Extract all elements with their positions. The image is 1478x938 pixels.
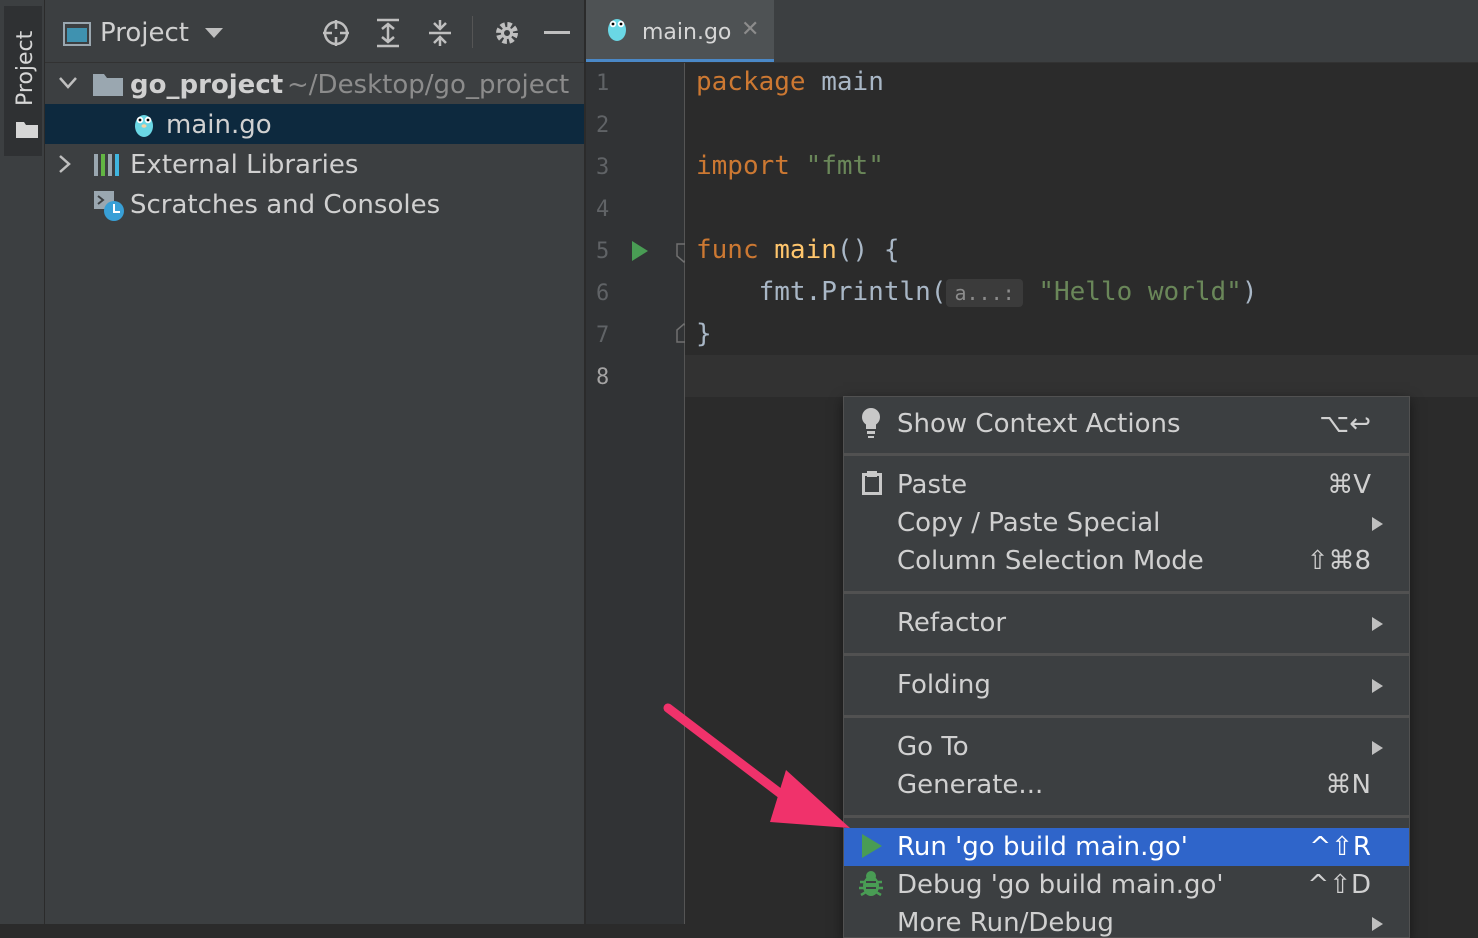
code-line-5: func main() { bbox=[696, 235, 900, 265]
tree-item-path: ~/Desktop/go_project bbox=[287, 70, 570, 100]
submenu-arrow-icon bbox=[1372, 679, 1383, 693]
tree-item-label: Scratches and Consoles bbox=[130, 190, 441, 220]
gopher-icon bbox=[608, 19, 626, 41]
line-number: 6 bbox=[596, 281, 610, 306]
menu-item-label: Go To bbox=[897, 732, 969, 762]
close-icon[interactable]: ✕ bbox=[741, 17, 759, 42]
libraries-icon bbox=[94, 154, 119, 176]
chevron-down-icon[interactable] bbox=[205, 28, 223, 40]
menu-item-shortcut: ⌥↩ bbox=[1319, 409, 1371, 439]
menu-item-generate[interactable]: Generate... ⌘N bbox=[844, 766, 1409, 804]
tool-window-stripe: Project bbox=[0, 0, 45, 924]
menu-item-shortcut: ⌘V bbox=[1327, 470, 1371, 500]
menu-separator bbox=[844, 591, 1409, 594]
project-tool-window: Project go_project ~/Desktop/go_project … bbox=[45, 0, 585, 924]
parameter-hint: a...: bbox=[946, 279, 1023, 307]
menu-item-label: Generate... bbox=[897, 770, 1044, 800]
menu-item-shortcut: ⌘N bbox=[1325, 770, 1371, 800]
submenu-arrow-icon bbox=[1372, 917, 1383, 931]
folder-icon bbox=[93, 74, 123, 96]
menu-item-label: Column Selection Mode bbox=[897, 546, 1204, 576]
gopher-icon bbox=[135, 115, 153, 137]
chevron-right-icon[interactable] bbox=[59, 155, 71, 173]
menu-item-go-to[interactable]: Go To bbox=[844, 728, 1409, 766]
toolbar-divider bbox=[472, 16, 473, 48]
bug-icon bbox=[859, 871, 883, 897]
tree-item-scratches[interactable]: Scratches and Consoles bbox=[45, 184, 584, 224]
menu-item-label: Refactor bbox=[897, 608, 1007, 638]
menu-item-label: Paste bbox=[897, 470, 968, 500]
clipboard-icon bbox=[862, 471, 882, 495]
line-number: 4 bbox=[596, 197, 610, 222]
menu-separator bbox=[844, 715, 1409, 718]
run-icon bbox=[862, 834, 882, 858]
menu-item-copy-paste-special[interactable]: Copy / Paste Special bbox=[844, 504, 1409, 542]
run-gutter-icon[interactable] bbox=[632, 241, 648, 261]
project-view-selector[interactable]: Project bbox=[100, 18, 189, 48]
line-number: 2 bbox=[596, 113, 610, 138]
code-line-6: fmt.Println(a...: "Hello world") bbox=[696, 277, 1258, 307]
tree-item-label: External Libraries bbox=[130, 150, 359, 180]
project-stripe-label: Project bbox=[13, 30, 38, 106]
menu-item-label: Run 'go build main.go' bbox=[897, 832, 1188, 862]
menu-item-show-context-actions[interactable]: Show Context Actions ⌥↩ bbox=[844, 405, 1409, 443]
code-line-3: import "fmt" bbox=[696, 151, 884, 181]
collapse-all-icon[interactable] bbox=[427, 18, 453, 48]
menu-item-refactor[interactable]: Refactor bbox=[844, 604, 1409, 642]
menu-item-run[interactable]: Run 'go build main.go' ^⇧R bbox=[844, 828, 1409, 866]
menu-separator bbox=[844, 653, 1409, 656]
tab-label: main.go bbox=[642, 20, 732, 45]
caret-row-highlight bbox=[685, 355, 1478, 397]
expand-all-icon[interactable] bbox=[375, 18, 401, 48]
menu-separator bbox=[844, 453, 1409, 456]
locate-icon[interactable] bbox=[321, 18, 351, 48]
menu-item-label: More Run/Debug bbox=[897, 908, 1114, 938]
tree-item-main-go[interactable]: main.go bbox=[45, 104, 584, 144]
project-view-icon bbox=[63, 22, 91, 46]
line-number: 8 bbox=[596, 365, 610, 390]
menu-item-label: Copy / Paste Special bbox=[897, 508, 1161, 538]
line-number: 3 bbox=[596, 155, 610, 180]
menu-item-paste[interactable]: Paste ⌘V bbox=[844, 466, 1409, 504]
folder-icon bbox=[16, 122, 38, 138]
menu-item-label: Show Context Actions bbox=[897, 409, 1181, 439]
minimize-icon[interactable] bbox=[544, 31, 570, 35]
editor-tab-bar: main.go ✕ bbox=[586, 0, 1478, 63]
project-panel-header: Project bbox=[45, 0, 584, 63]
submenu-arrow-icon bbox=[1372, 617, 1383, 631]
menu-item-more-run-debug[interactable]: More Run/Debug bbox=[844, 904, 1409, 938]
lightbulb-icon bbox=[862, 408, 880, 438]
menu-item-shortcut: ^⇧R bbox=[1309, 832, 1371, 862]
scratches-icon bbox=[94, 191, 124, 221]
submenu-arrow-icon bbox=[1372, 741, 1383, 755]
menu-item-shortcut: ⇧⌘8 bbox=[1306, 546, 1371, 576]
menu-item-column-selection-mode[interactable]: Column Selection Mode ⇧⌘8 bbox=[844, 542, 1409, 580]
menu-item-folding[interactable]: Folding bbox=[844, 666, 1409, 704]
menu-item-shortcut: ^⇧D bbox=[1307, 870, 1371, 900]
tree-item-label: go_project bbox=[130, 70, 284, 100]
tree-item-go-project[interactable]: go_project ~/Desktop/go_project bbox=[45, 64, 584, 104]
tab-main-go[interactable]: main.go ✕ bbox=[586, 0, 774, 62]
annotation-arrow-icon bbox=[663, 703, 850, 828]
editor-context-menu: Show Context Actions ⌥↩ Paste ⌘V Copy / … bbox=[843, 396, 1410, 938]
gear-icon[interactable] bbox=[492, 18, 522, 48]
submenu-arrow-icon bbox=[1372, 517, 1383, 531]
line-number: 7 bbox=[596, 323, 610, 348]
code-line-7: } bbox=[696, 319, 712, 349]
code-line-1: package main bbox=[696, 67, 884, 97]
line-number: 1 bbox=[596, 71, 610, 96]
line-number: 5 bbox=[596, 239, 610, 264]
tree-item-external-libraries[interactable]: External Libraries bbox=[45, 144, 584, 184]
project-stripe-button[interactable]: Project bbox=[4, 6, 42, 156]
menu-item-label: Debug 'go build main.go' bbox=[897, 870, 1224, 900]
chevron-down-icon[interactable] bbox=[59, 77, 77, 89]
tree-item-label: main.go bbox=[166, 110, 272, 140]
menu-item-label: Folding bbox=[897, 670, 991, 700]
menu-separator bbox=[844, 815, 1409, 818]
menu-item-debug[interactable]: Debug 'go build main.go' ^⇧D bbox=[844, 866, 1409, 904]
